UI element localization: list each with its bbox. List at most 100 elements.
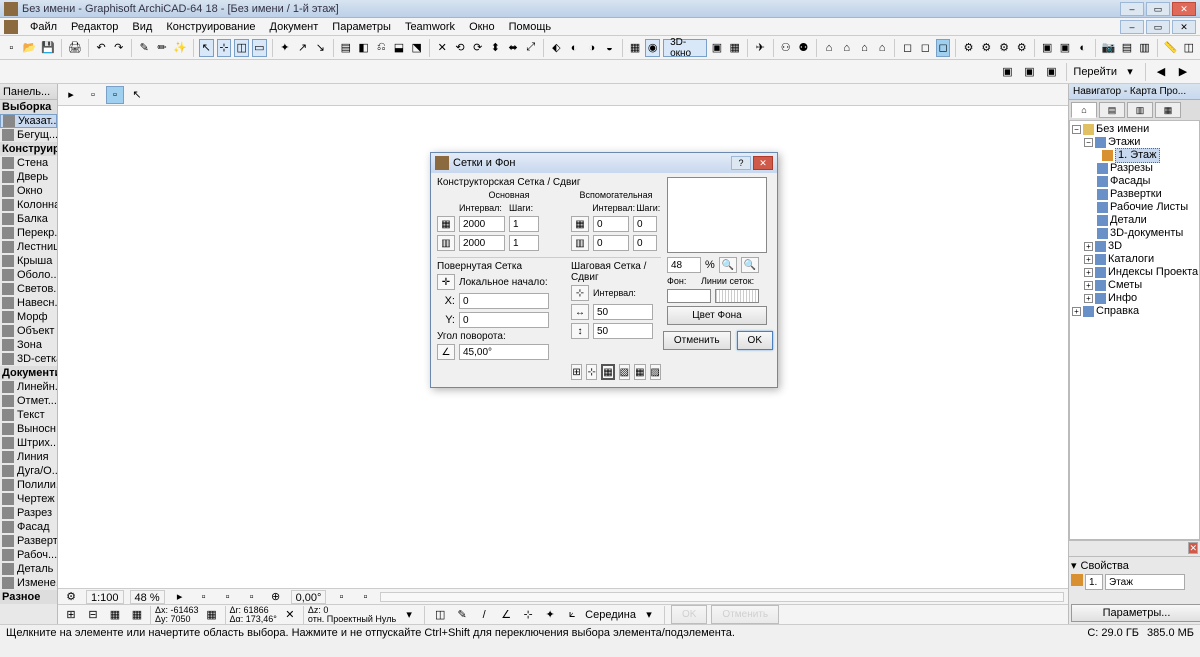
dialog-ok-button[interactable]: OK — [737, 331, 773, 350]
pick-icon[interactable]: ✎ — [137, 39, 152, 57]
cb-b-icon[interactable]: ⊟ — [84, 606, 102, 624]
tree-item[interactable]: +3D — [1072, 240, 1197, 253]
walk-icon[interactable]: ✈ — [753, 39, 768, 57]
opt5-icon[interactable]: ▦ — [634, 364, 645, 380]
tool-e-icon[interactable]: ⎌ — [374, 39, 389, 57]
camera-icon[interactable]: 📷 — [1101, 39, 1117, 57]
nav-tab-pub[interactable]: ▦ — [1155, 102, 1181, 118]
cb-n-icon[interactable]: ⟀ — [563, 606, 581, 624]
main-interval-x-input[interactable] — [459, 216, 505, 232]
nav-c-icon[interactable]: ▣ — [1042, 63, 1060, 81]
rotation-input[interactable] — [459, 344, 549, 360]
tree-item[interactable]: +Сметы — [1072, 279, 1197, 292]
tool-лестница[interactable]: Лестница — [0, 240, 57, 254]
tool-m-icon[interactable]: ⤢ — [523, 39, 538, 57]
dialog-help-button[interactable]: ? — [731, 156, 751, 170]
tool-дверь[interactable]: Дверь — [0, 170, 57, 184]
person2-icon[interactable]: ⚉ — [796, 39, 811, 57]
grp4-icon[interactable]: ⌂ — [875, 39, 890, 57]
layer-icon[interactable]: ▤ — [338, 39, 353, 57]
view2d-icon[interactable]: ▦ — [628, 39, 643, 57]
info-d-icon[interactable]: ↖ — [128, 86, 146, 104]
tool-навесн[interactable]: Навесн... — [0, 296, 57, 310]
info-c-icon[interactable]: ▫ — [106, 86, 124, 104]
aux-interval-x-input[interactable] — [593, 216, 629, 232]
tool-выносн[interactable]: Выносн... — [0, 422, 57, 436]
grp3-icon[interactable]: ⌂ — [857, 39, 872, 57]
cb-k-icon[interactable]: ∠ — [497, 606, 515, 624]
nav-b-icon[interactable]: ▣ — [1020, 63, 1038, 81]
a3-icon[interactable]: ◻ — [936, 39, 951, 57]
menu-document[interactable]: Документ — [264, 21, 325, 33]
vb1-icon[interactable]: ▸ — [171, 588, 189, 604]
view3d-icon[interactable]: ◉ — [645, 39, 660, 57]
cb-c-icon[interactable]: ▦ — [106, 606, 124, 624]
tool-отмет[interactable]: Отмет... — [0, 394, 57, 408]
tool-колонна[interactable]: Колонна — [0, 198, 57, 212]
floor-name-input[interactable] — [1105, 574, 1185, 590]
angle-display[interactable]: 0,00° — [291, 590, 327, 604]
info-b-icon[interactable]: ▫ — [84, 86, 102, 104]
coord-ok-button[interactable]: OK — [671, 605, 707, 624]
tool-разное[interactable]: Разное — [0, 590, 57, 604]
vb-opts-icon[interactable]: ⚙ — [62, 588, 80, 604]
tool-зона[interactable]: Зона — [0, 338, 57, 352]
expand-icon[interactable]: + — [1084, 268, 1093, 277]
c3-icon[interactable]: ◐ — [1075, 39, 1090, 57]
magic-icon[interactable]: ✨ — [172, 39, 188, 57]
c1-icon[interactable]: ▣ — [1040, 39, 1055, 57]
menu-view[interactable]: Вид — [126, 21, 158, 33]
tree-item[interactable]: Фасады — [1072, 175, 1197, 188]
opt6-icon[interactable]: ▨ — [650, 364, 661, 380]
save-icon[interactable]: 💾 — [40, 39, 56, 57]
dialog-close-button[interactable]: ✕ — [753, 156, 773, 170]
minimize-button[interactable]: – — [1120, 2, 1144, 16]
tool-полили[interactable]: Полили... — [0, 478, 57, 492]
goto-dropdown-icon[interactable]: ▾ — [1121, 63, 1139, 81]
app-menu-icon[interactable] — [4, 20, 18, 34]
cb-d-icon[interactable]: ▦ — [128, 606, 146, 624]
cb-m-icon[interactable]: ✦ — [541, 606, 559, 624]
tool-3dсетка[interactable]: 3D-сетка — [0, 352, 57, 366]
vb6-icon[interactable]: ▫ — [332, 588, 350, 604]
nav-fwd-icon[interactable]: ▶ — [1174, 63, 1192, 81]
tool-стена[interactable]: Стена — [0, 156, 57, 170]
cb-a-icon[interactable]: ⊞ — [62, 606, 80, 624]
a2-icon[interactable]: ◻ — [918, 39, 933, 57]
cb-i-icon[interactable]: ✎ — [453, 606, 471, 624]
tool-c-icon[interactable]: ↘ — [313, 39, 328, 57]
grp2-icon[interactable]: ⌂ — [839, 39, 854, 57]
tool-крыша[interactable]: Крыша — [0, 254, 57, 268]
tool-конструирс[interactable]: Конструирс — [0, 142, 57, 156]
line-color-swatch[interactable] — [715, 289, 759, 303]
paint-icon[interactable]: ✏ — [155, 39, 170, 57]
hscrollbar[interactable] — [380, 592, 1064, 602]
aux-steps-y-input[interactable] — [633, 235, 657, 251]
vb7-icon[interactable]: ▫ — [356, 588, 374, 604]
bg-color-swatch[interactable] — [667, 289, 711, 303]
percent-input[interactable] — [667, 257, 701, 273]
tool-l-icon[interactable]: ⬌ — [506, 39, 521, 57]
cb-j-icon[interactable]: / — [475, 606, 493, 624]
c2-icon[interactable]: ▣ — [1058, 39, 1073, 57]
e2-icon[interactable]: ◫ — [1181, 39, 1196, 57]
expand-icon[interactable]: + — [1072, 307, 1081, 316]
tool-o-icon[interactable]: ◐ — [567, 39, 582, 57]
snap-y-input[interactable] — [593, 323, 653, 339]
nav-tab-view[interactable]: ▤ — [1099, 102, 1125, 118]
parameters-button[interactable]: Параметры... — [1071, 604, 1200, 622]
expand-icon[interactable]: + — [1084, 255, 1093, 264]
open-icon[interactable]: 📂 — [22, 39, 38, 57]
bg-color-button[interactable]: Цвет Фона — [667, 306, 767, 325]
maximize-button[interactable]: ▭ — [1146, 2, 1170, 16]
menu-design[interactable]: Конструирование — [160, 21, 261, 33]
cb-o-icon[interactable]: ▾ — [640, 606, 658, 624]
expand-icon[interactable]: − — [1072, 125, 1081, 134]
tool-текст[interactable]: Текст — [0, 408, 57, 422]
tool-k-icon[interactable]: ⬍ — [488, 39, 503, 57]
tool-a-icon[interactable]: ✦ — [278, 39, 293, 57]
tool-q-icon[interactable]: ◒ — [602, 39, 617, 57]
tool-f-icon[interactable]: ⬓ — [392, 39, 407, 57]
vb3-icon[interactable]: ▫ — [219, 588, 237, 604]
tree-item[interactable]: Рабочие Листы — [1072, 201, 1197, 214]
